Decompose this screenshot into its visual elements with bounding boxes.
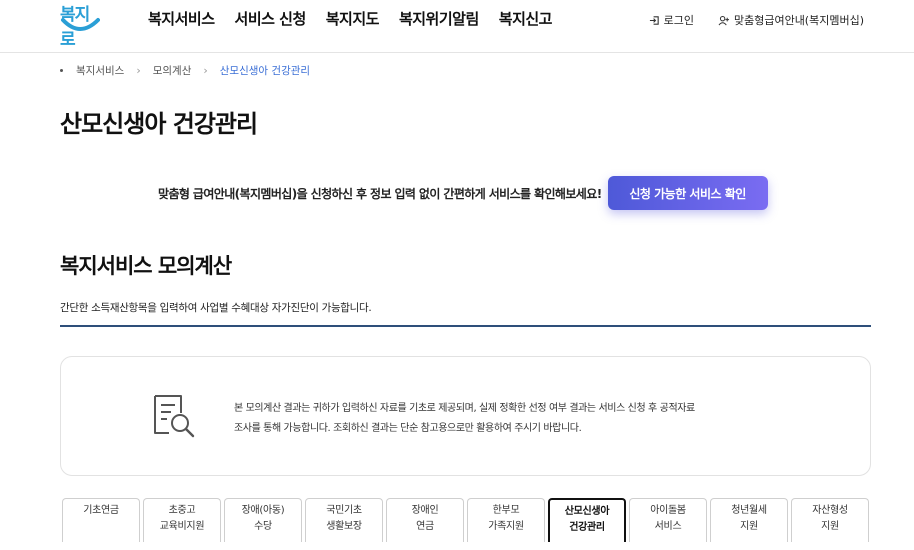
section-divider	[60, 325, 871, 327]
utility-menu: 로그인 맞춤형급여안내(복지멤버십)	[625, 12, 864, 28]
breadcrumb-item-current: 산모신생아 건강관리	[219, 65, 311, 77]
section-title: 복지서비스 모의계산	[60, 254, 232, 278]
chevron-right-icon: ›	[203, 64, 208, 77]
login-label: 로그인	[663, 14, 694, 27]
tab-child-care-service[interactable]: 아이돌봄 서비스	[629, 498, 707, 542]
tab-maternal-newborn-care[interactable]: 산모신생아 건강관리	[548, 498, 626, 542]
page-title: 산모신생아 건강관리	[60, 110, 258, 138]
breadcrumb-item-simulation[interactable]: 모의계산	[153, 63, 192, 78]
disclaimer-line-1: 본 모의계산 결과는 귀하가 입력하신 자료를 기초로 제공되며, 실제 정확한…	[234, 403, 695, 414]
nav-item-welfare-map[interactable]: 복지지도	[326, 8, 380, 29]
tab-single-parent-support[interactable]: 한부모 가족지원	[467, 498, 545, 542]
nav-item-welfare-report[interactable]: 복지신고	[499, 8, 553, 29]
bokjiro-logo[interactable]: 복지로	[58, 0, 102, 50]
membership-link[interactable]: 맞춤형급여안내(복지멤버십)	[718, 12, 864, 28]
tab-basic-pension[interactable]: 기초연금	[62, 498, 140, 542]
service-tabs: 기초연금 초중고 교육비지원 장애(아동) 수당 국민기초 생활보장 장애인 연…	[62, 498, 872, 542]
tab-asset-building[interactable]: 자산형성 지원	[791, 498, 869, 542]
tab-disability-pension[interactable]: 장애인 연금	[386, 498, 464, 542]
nav-item-service-apply[interactable]: 서비스 신청	[235, 8, 307, 29]
membership-promo: 맞춤형 급여안내(복지멤버십)을 신청하신 후 정보 입력 없이 간편하게 서비…	[158, 176, 768, 210]
tab-disability-allowance[interactable]: 장애(아동) 수당	[224, 498, 302, 542]
tab-youth-rent-support[interactable]: 청년월세 지원	[710, 498, 788, 542]
breadcrumb-item-welfare-services[interactable]: 복지서비스	[76, 63, 124, 78]
section-description: 간단한 소득재산항목을 입력하여 사업별 수혜대상 자가진단이 가능합니다.	[60, 302, 372, 314]
home-bullet-icon	[60, 69, 63, 72]
chevron-right-icon: ›	[136, 64, 141, 77]
login-icon	[649, 15, 659, 25]
document-search-icon	[154, 395, 195, 438]
nav-item-welfare-services[interactable]: 복지서비스	[148, 8, 215, 29]
breadcrumb: 복지서비스 › 모의계산 › 산모신생아 건강관리	[60, 63, 310, 78]
check-services-button[interactable]: 신청 가능한 서비스 확인	[607, 176, 768, 210]
disclaimer-line-2: 조사를 통해 가능합니다. 조회하신 결과는 단순 참고용으로만 활용하여 주시…	[234, 423, 582, 434]
nav-item-crisis-alert[interactable]: 복지위기알림	[399, 8, 479, 29]
tab-education-support[interactable]: 초중고 교육비지원	[143, 498, 221, 542]
user-plus-icon	[718, 15, 730, 25]
tab-basic-livelihood[interactable]: 국민기초 생활보장	[305, 498, 383, 542]
promo-text: 맞춤형 급여안내(복지멤버십)을 신청하신 후 정보 입력 없이 간편하게 서비…	[158, 186, 602, 201]
site-header: 복지로 복지서비스 서비스 신청 복지지도 복지위기알림 복지신고 로그인 맞춤…	[0, 0, 914, 53]
disclaimer-text: 본 모의계산 결과는 귀하가 입력하신 자료를 기초로 제공되며, 실제 정확한…	[234, 399, 695, 439]
disclaimer-box: 본 모의계산 결과는 귀하가 입력하신 자료를 기초로 제공되며, 실제 정확한…	[60, 356, 871, 476]
login-link[interactable]: 로그인	[649, 12, 694, 28]
main-nav: 복지서비스 서비스 신청 복지지도 복지위기알림 복지신고	[148, 8, 572, 29]
logo-smile-icon	[61, 18, 100, 31]
membership-label: 맞춤형급여안내(복지멤버십)	[733, 14, 864, 27]
